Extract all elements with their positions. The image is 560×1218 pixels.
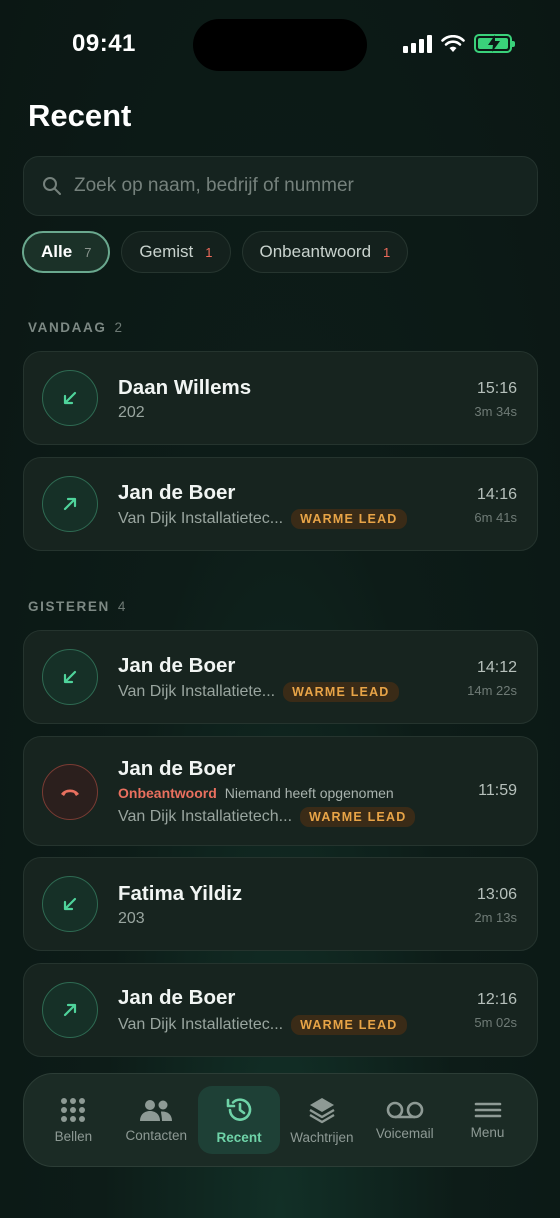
- filter-chip-count: 7: [84, 244, 92, 260]
- filter-chip-label: Gemist: [139, 242, 194, 261]
- tab-bellen[interactable]: Bellen: [32, 1086, 114, 1154]
- filter-chips: Alle 7 Gemist 1 Onbeantwoord 1: [22, 231, 409, 273]
- lead-tag: WARME LEAD: [291, 1015, 407, 1035]
- section-title: VANDAAG: [28, 320, 107, 335]
- tab-label: Voicemail: [375, 1125, 434, 1141]
- menu-icon: [474, 1102, 501, 1117]
- filter-chip-alle[interactable]: Alle 7: [22, 231, 111, 273]
- call-item[interactable]: Jan de Boer Onbeantwoord Niemand heeft op…: [23, 736, 538, 846]
- tab-label: Bellen: [54, 1128, 93, 1144]
- call-duration: 14m 22s: [467, 683, 517, 698]
- caller-subtitle: 202: [118, 404, 145, 421]
- caller-detail: 203: [118, 910, 145, 928]
- missed-call-icon: [42, 764, 98, 820]
- caller-subtitle: 203: [118, 910, 145, 927]
- caller-detail: Van Dijk Installatietec... WARME LEAD: [118, 1015, 407, 1035]
- battery-icon: [474, 34, 515, 53]
- call-item[interactable]: Fatima Yildiz 203 13:06 2m 13s: [23, 857, 538, 951]
- caller-detail: Van Dijk Installatietec... WARME LEAD: [118, 509, 407, 529]
- caller-name: Jan de Boer: [118, 986, 236, 1009]
- recent-calls-screen: 09:41 Recent A: [0, 0, 560, 1218]
- filter-chip-gemist[interactable]: Gemist 1: [121, 231, 231, 273]
- call-item[interactable]: Jan de Boer Van Dijk Installatiete... WA…: [23, 630, 538, 724]
- search-icon: [43, 177, 61, 195]
- call-status-line: Onbeantwoord Niemand heeft opgenomen: [118, 785, 394, 801]
- caller-name: Jan de Boer: [118, 757, 236, 780]
- tab-label: Menu: [470, 1124, 505, 1140]
- call-item[interactable]: Daan Willems 202 15:16 3m 34s: [23, 351, 538, 445]
- tab-voicemail[interactable]: Voicemail: [364, 1086, 446, 1154]
- incoming-call-icon: [42, 370, 98, 426]
- section-title: GISTEREN: [28, 599, 110, 614]
- call-duration: 2m 13s: [474, 910, 517, 925]
- caller-subtitle: Van Dijk Installatiete...: [118, 683, 276, 700]
- search-input[interactable]: [74, 175, 537, 197]
- tab-label: Recent: [216, 1129, 262, 1145]
- caller-subtitle: Van Dijk Installatietec...: [118, 510, 284, 527]
- outgoing-call-icon: [42, 982, 98, 1038]
- section-count: 4: [117, 599, 127, 614]
- section-label-today: VANDAAG 2: [28, 320, 124, 335]
- call-item[interactable]: Jan de Boer Van Dijk Installatietec... W…: [23, 457, 538, 551]
- search-bar[interactable]: [23, 156, 538, 216]
- call-duration: 3m 34s: [474, 404, 517, 419]
- incoming-call-icon: [42, 649, 98, 705]
- caller-subtitle: Van Dijk Installatietec...: [118, 1016, 284, 1033]
- call-status: Onbeantwoord: [118, 785, 217, 801]
- tab-recent[interactable]: Recent: [198, 1086, 281, 1154]
- status-bar: 09:41: [0, 0, 560, 90]
- caller-name: Daan Willems: [118, 376, 252, 399]
- tab-wachtrijen[interactable]: Wachtrijen: [281, 1086, 363, 1154]
- signal-icon: [403, 34, 432, 53]
- caller-name: Jan de Boer: [118, 481, 236, 504]
- section-count: 2: [114, 320, 124, 335]
- call-duration: 6m 41s: [474, 510, 517, 525]
- lead-tag: WARME LEAD: [283, 682, 399, 702]
- wifi-icon: [441, 34, 465, 52]
- tab-bar: Bellen Contacten Recent Wachtrijen Voice…: [23, 1073, 538, 1167]
- caller-detail: Van Dijk Installatiete... WARME LEAD: [118, 682, 399, 702]
- history-icon: [226, 1097, 252, 1121]
- voicemail-icon: [386, 1101, 424, 1118]
- call-time: 12:16: [476, 991, 517, 1008]
- outgoing-call-icon: [42, 476, 98, 532]
- call-time: 14:16: [476, 486, 517, 503]
- caller-name: Fatima Yildiz: [118, 882, 243, 905]
- tab-contacten[interactable]: Contacten: [115, 1086, 197, 1154]
- caller-detail: Van Dijk Installatietech... WARME LEAD: [118, 807, 416, 827]
- incoming-call-icon: [42, 876, 98, 932]
- section-label-yesterday: GISTEREN 4: [28, 599, 127, 614]
- caller-name: Jan de Boer: [118, 654, 236, 677]
- layers-icon: [309, 1097, 335, 1123]
- lead-tag: WARME LEAD: [291, 509, 407, 529]
- call-time: 14:12: [476, 659, 517, 676]
- call-time: 15:16: [476, 380, 517, 397]
- call-time: 13:06: [476, 886, 517, 903]
- tab-label: Contacten: [125, 1127, 187, 1143]
- tab-label: Wachtrijen: [290, 1129, 354, 1145]
- call-item[interactable]: Jan de Boer Van Dijk Installatietec... W…: [23, 963, 538, 1057]
- lead-tag: WARME LEAD: [300, 807, 416, 827]
- dynamic-island: [193, 19, 367, 71]
- filter-chip-onbeantwoord[interactable]: Onbeantwoord 1: [241, 231, 409, 273]
- caller-subtitle: Van Dijk Installatietech...: [118, 808, 293, 825]
- caller-detail: 202: [118, 404, 145, 422]
- filter-chip-label: Onbeantwoord: [259, 242, 372, 261]
- filter-chip-label: Alle: [41, 242, 73, 261]
- tab-menu[interactable]: Menu: [447, 1086, 529, 1154]
- contacts-icon: [140, 1099, 173, 1121]
- status-icons: [403, 34, 515, 53]
- status-time: 09:41: [72, 30, 136, 57]
- filter-chip-count: 1: [205, 244, 213, 260]
- filter-chip-count: 1: [383, 244, 391, 260]
- call-duration: 5m 02s: [474, 1015, 517, 1030]
- call-time: 11:59: [478, 782, 517, 799]
- call-status-note: Niemand heeft opgenomen: [224, 785, 394, 801]
- page-title: Recent: [28, 98, 132, 133]
- keypad-icon: [61, 1097, 86, 1122]
